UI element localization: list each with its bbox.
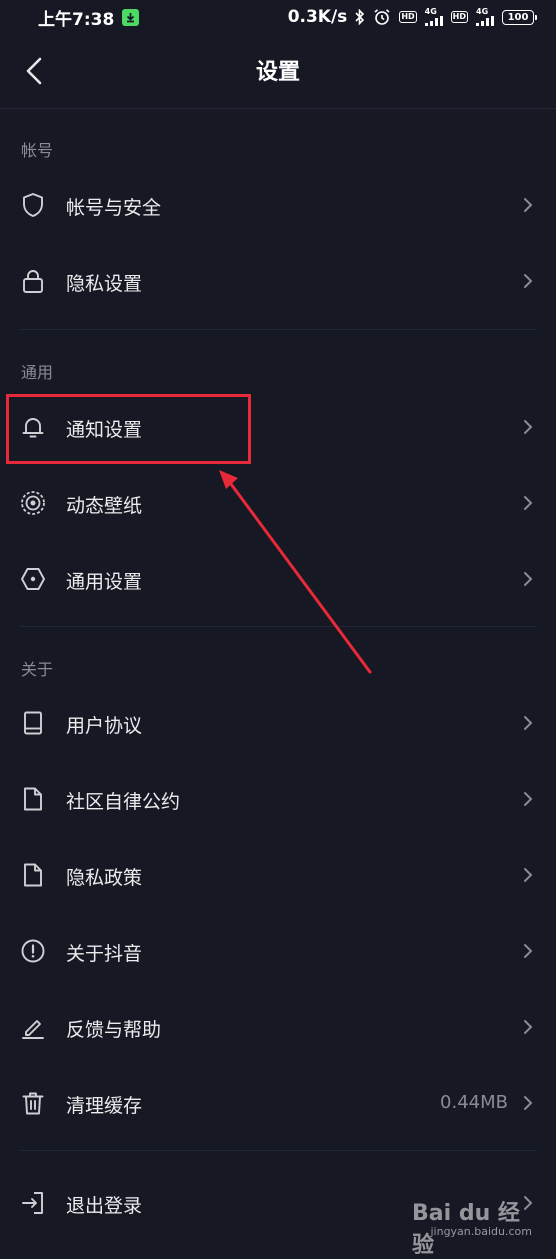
watermark-url: jingyan.baidu.com: [430, 1225, 532, 1238]
watermark: Bai du 经验 jingyan.baidu.com: [412, 1195, 542, 1258]
arrow-annotation: [219, 470, 372, 674]
